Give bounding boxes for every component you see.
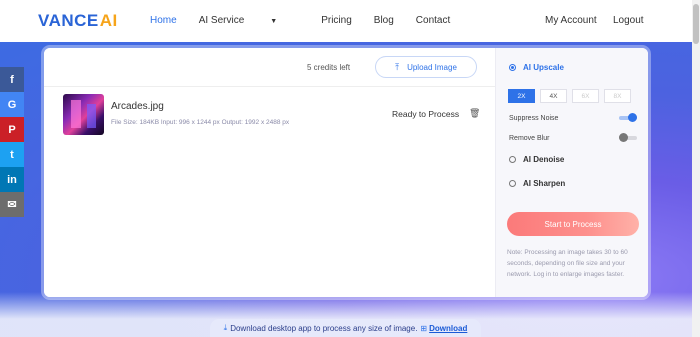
logo-accent: AI (99, 11, 118, 30)
nav-ai-service-label: AI Service (198, 15, 245, 26)
page-scrollbar[interactable] (692, 0, 700, 337)
processing-note: Note: Processing an image takes 30 to 60… (507, 249, 628, 278)
download-link[interactable]: Download (429, 324, 467, 333)
vanceai-logo[interactable]: VANCE AI (38, 11, 118, 31)
credits-remaining: 5 credits left (307, 63, 351, 72)
remove-blur-label: Remove Blur (509, 135, 550, 142)
nav-pricing[interactable]: Pricing (321, 15, 352, 26)
download-desktop-bar: ⤓ Download desktop app to process any si… (210, 319, 481, 337)
suppress-noise-label: Suppress Noise (509, 115, 559, 122)
file-list-pane: 5 credits left ⤒ Upload Image Arcades.jp… (44, 48, 495, 297)
pinterest-icon[interactable]: P (0, 117, 24, 142)
twitter-icon[interactable]: t (0, 142, 24, 167)
file-meta: File Size: 184KB Input: 996 x 1244 px Ou… (111, 119, 290, 126)
logo-text: VANCE (38, 11, 99, 30)
file-name: Arcades.jpg (111, 101, 164, 112)
scale-6x-button[interactable]: 6X (572, 89, 599, 103)
start-to-process-button[interactable]: Start to Process (507, 212, 639, 236)
options-pane: AI Upscale 2X 4X 6X 8X Suppress Noise Re… (495, 48, 648, 297)
toggle-knob (619, 133, 628, 142)
option-label: AI Sharpen (523, 179, 566, 188)
image-thumbnail (63, 94, 104, 135)
radio-icon (509, 180, 516, 187)
linkedin-icon[interactable]: in (0, 167, 24, 192)
my-account-link[interactable]: My Account (545, 15, 597, 26)
option-label: AI Denoise (523, 155, 565, 164)
logout-link[interactable]: Logout (613, 15, 644, 26)
upload-image-button[interactable]: ⤒ Upload Image (375, 56, 477, 78)
scale-8x-button[interactable]: 8X (604, 89, 631, 103)
top-navbar: VANCE AI Home AI Service ▼ Pricing Blog Co… (0, 0, 700, 42)
option-ai-sharpen[interactable]: AI Sharpen (509, 179, 565, 188)
process-status: Ready to Process (392, 109, 460, 119)
scale-2x-button[interactable]: 2X (508, 89, 535, 103)
nav-home[interactable]: Home (150, 15, 177, 26)
google-icon[interactable]: G (0, 92, 24, 117)
upload-button-label: Upload Image (407, 62, 457, 72)
chevron-down-icon: ▼ (270, 18, 278, 25)
scroll-thumb[interactable] (693, 4, 699, 44)
nav-contact[interactable]: Contact (416, 15, 450, 26)
scale-4x-button[interactable]: 4X (540, 89, 567, 103)
trash-icon[interactable]: 🗑 (469, 108, 480, 119)
option-ai-denoise[interactable]: AI Denoise (509, 155, 564, 164)
upload-icon: ⤒ (395, 61, 400, 72)
facebook-icon[interactable]: f (0, 67, 24, 92)
divider (44, 86, 495, 87)
email-icon[interactable]: ✉ (0, 192, 24, 217)
toggle-knob (628, 113, 637, 122)
suppress-noise-toggle[interactable] (619, 113, 637, 122)
radio-icon (509, 156, 516, 163)
nav-blog[interactable]: Blog (374, 15, 394, 26)
download-icon: ⤓ (223, 323, 228, 332)
option-ai-upscale[interactable]: AI Upscale (509, 63, 564, 72)
processing-card: 5 credits left ⤒ Upload Image Arcades.jp… (44, 48, 648, 297)
remove-blur-toggle[interactable] (619, 133, 637, 142)
option-label: AI Upscale (523, 63, 564, 72)
main-nav: Home AI Service ▼ Pricing Blog Contact (150, 15, 472, 26)
radio-selected-icon (509, 64, 516, 71)
social-share-bar: f G P t in ✉ (0, 67, 24, 217)
nav-ai-service[interactable]: AI Service ▼ (199, 15, 300, 26)
windows-icon: ⊞ (420, 323, 428, 333)
download-text: Download desktop app to process any size… (230, 323, 418, 333)
